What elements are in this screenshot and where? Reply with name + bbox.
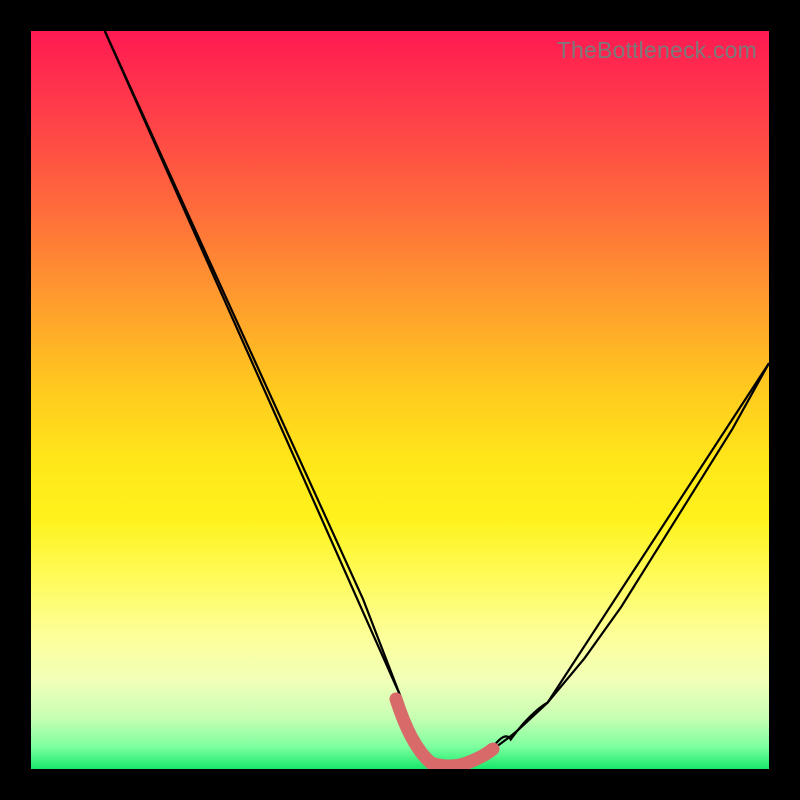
bottleneck-curve	[105, 31, 769, 767]
chart-frame: TheBottleneck.com	[0, 0, 800, 800]
optimal-range-highlight	[396, 699, 493, 766]
chart-svg	[31, 31, 769, 769]
bottleneck-curve-redraw	[105, 31, 769, 767]
chart-plot-area: TheBottleneck.com	[31, 31, 769, 769]
